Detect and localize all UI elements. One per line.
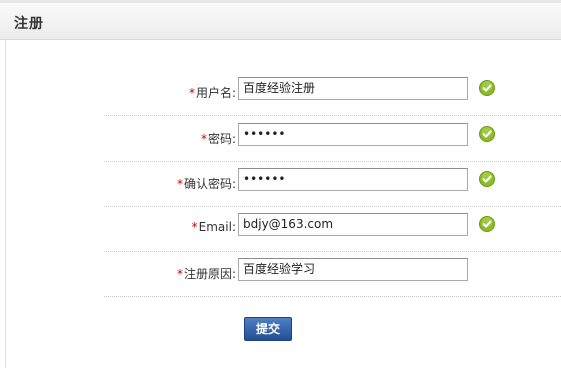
form-row-password: *密码: •••••• [104,116,561,162]
email-label: *Email: [192,220,236,234]
required-mark: * [188,86,195,100]
panel-header: 注册 [0,3,561,40]
password-label-text: 密码: [207,132,236,146]
username-label: *用户名: [189,84,236,101]
username-input[interactable]: 百度经验注册 [238,77,468,100]
left-border [5,40,6,368]
password-label: *密码: [201,130,236,147]
form-row-reason: *注册原因: 百度经验学习 [104,251,561,297]
required-mark: * [176,267,183,281]
reason-label: *注册原因: [177,265,236,282]
check-circle-icon [479,171,495,187]
form-row-username: *用户名: 百度经验注册 [104,70,561,116]
confirm-password-label: *确认密码: [177,175,236,192]
required-mark: * [191,220,198,234]
form-row-confirm-password: *确认密码: •••••• [104,161,561,207]
check-circle-icon [479,216,495,232]
email-input[interactable]: bdjy@163.com [238,213,468,236]
confirm-password-label-text: 确认密码: [183,177,236,191]
check-circle-icon [479,126,495,142]
password-input[interactable]: •••••• [238,123,468,146]
required-mark: * [200,132,207,146]
email-label-text: Email: [198,220,236,234]
username-label-text: 用户名: [195,86,236,100]
check-circle-icon [479,80,495,96]
form-row-email: *Email: bdjy@163.com [104,206,561,252]
confirm-password-input[interactable]: •••••• [238,168,468,191]
submit-button[interactable]: 提交 [244,317,292,341]
page-title: 注册 [14,16,44,32]
required-mark: * [176,177,183,191]
reason-label-text: 注册原因: [183,267,236,281]
reason-input[interactable]: 百度经验学习 [238,258,468,281]
